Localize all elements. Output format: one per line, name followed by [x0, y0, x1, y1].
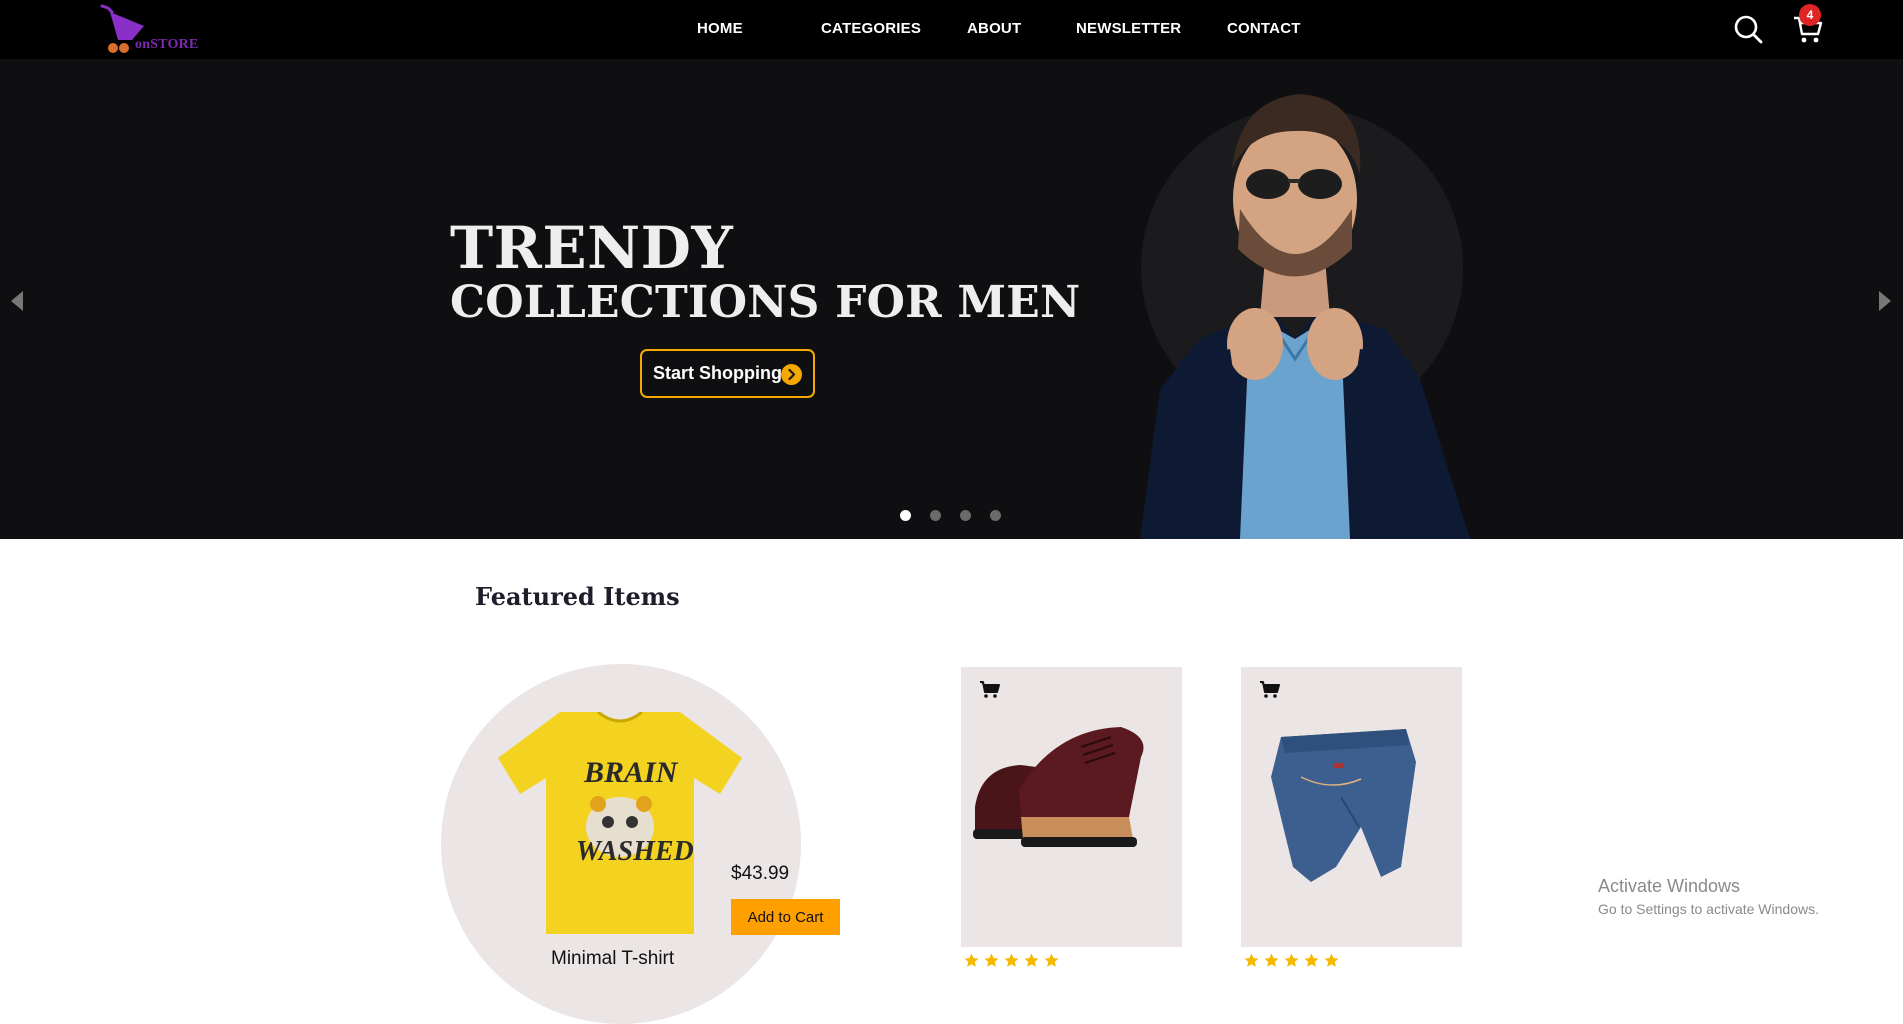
chevron-right-icon	[781, 364, 802, 385]
carousel-dot[interactable]	[960, 510, 971, 521]
product-rating	[963, 952, 1060, 970]
nav-newsletter[interactable]: NEWSLETTER	[1076, 20, 1181, 37]
cart-count-badge: 4	[1799, 4, 1821, 26]
hero-model-image	[1140, 94, 1470, 539]
shoes-image	[973, 727, 1144, 847]
svg-text:BRAIN: BRAIN	[583, 756, 679, 789]
star-icon	[1263, 952, 1280, 969]
hero-subtitle: COLLECTIONS FOR MEN	[450, 277, 1081, 328]
star-icon	[1303, 952, 1320, 969]
featured-heading: Featured Items	[475, 582, 680, 611]
product-rating	[1243, 952, 1340, 970]
search-icon[interactable]	[1733, 14, 1763, 44]
star-icon	[1023, 952, 1040, 969]
navbar: onSTORE HOME CATEGORIES ABOUT NEWSLETTER…	[0, 0, 1903, 59]
cart-icon[interactable]	[979, 680, 1001, 700]
hero-title: TRENDY	[450, 214, 734, 282]
highlight-price: $43.99	[731, 863, 790, 884]
svg-text:WASHED: WASHED	[576, 836, 694, 867]
nav-home[interactable]: HOME	[697, 20, 743, 37]
star-icon	[983, 952, 1000, 969]
hero-carousel: TRENDY COLLECTIONS FOR MEN Start Shoppin…	[0, 59, 1903, 539]
star-icon	[1003, 952, 1020, 969]
start-shopping-label: Start Shopping	[653, 363, 782, 383]
main-nav: HOME CATEGORIES ABOUT NEWSLETTER CONTACT	[0, 0, 1903, 59]
windows-watermark-title: Activate Windows	[1598, 876, 1741, 896]
add-to-cart-button[interactable]: Add to Cart	[731, 899, 840, 935]
carousel-dot[interactable]	[930, 510, 941, 521]
carousel-prev-icon[interactable]	[11, 291, 25, 311]
star-icon	[1283, 952, 1300, 969]
product-card[interactable]	[1241, 667, 1462, 947]
tshirt-image[interactable]: BRAIN WASHED	[498, 712, 742, 934]
jeans-image	[1271, 729, 1416, 882]
product-card[interactable]	[961, 667, 1182, 947]
nav-about[interactable]: ABOUT	[967, 20, 1021, 37]
star-icon	[1243, 952, 1260, 969]
star-icon	[963, 952, 980, 969]
highlight-product-name[interactable]: Minimal T-shirt	[551, 948, 674, 970]
carousel-next-icon[interactable]	[1877, 291, 1891, 311]
windows-watermark-subtitle: Go to Settings to activate Windows.	[1598, 901, 1819, 917]
start-shopping-button[interactable]: Start Shopping	[640, 349, 815, 398]
star-icon	[1043, 952, 1060, 969]
carousel-dot[interactable]	[900, 510, 911, 521]
cart-icon[interactable]	[1259, 680, 1281, 700]
nav-categories[interactable]: CATEGORIES	[821, 20, 921, 37]
carousel-dot[interactable]	[990, 510, 1001, 521]
nav-contact[interactable]: CONTACT	[1227, 20, 1301, 37]
star-icon	[1323, 952, 1340, 969]
